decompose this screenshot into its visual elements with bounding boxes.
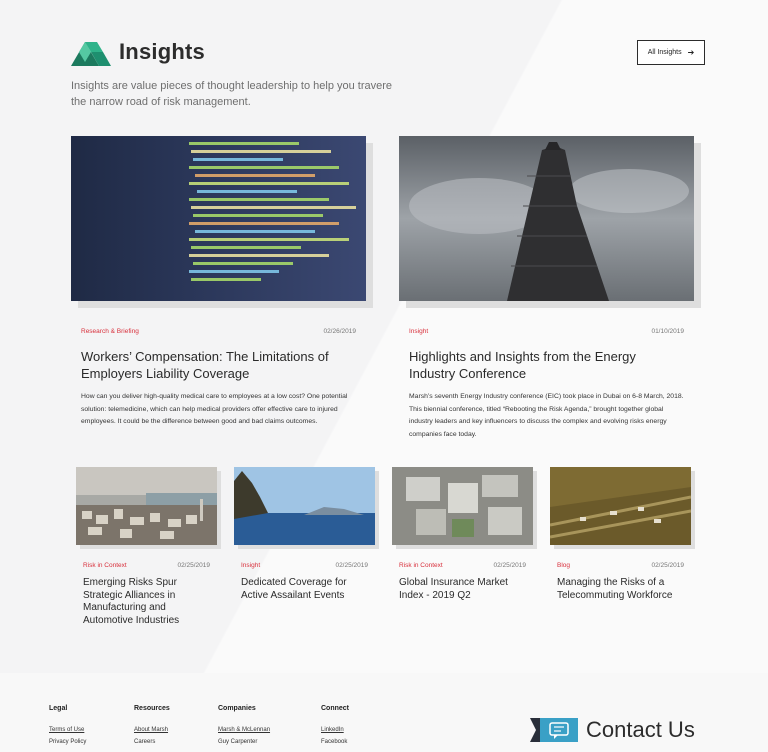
all-insights-label: All Insights	[647, 49, 682, 56]
footer-link[interactable]: Marsh & McLennan	[218, 727, 270, 733]
aerial-buildings-image	[392, 467, 533, 545]
insight-card[interactable]: Risk in Context 02/25/2019 Global Insura…	[392, 467, 533, 602]
card-date: 01/10/2019	[651, 328, 684, 335]
code-screen-image	[71, 136, 366, 301]
city-harbor-image	[76, 467, 217, 545]
footer: Legal Terms of Use Privacy Policy Resour…	[0, 673, 768, 752]
footer-link[interactable]: Terms of Use	[49, 727, 86, 733]
hillside-vineyard-image	[549, 467, 692, 545]
footer-heading: Resources	[134, 705, 170, 712]
page-subtitle: Insights are value pieces of thought lea…	[71, 80, 393, 108]
footer-heading: Legal	[49, 705, 68, 712]
featured-card[interactable]: Insight 01/10/2019 Highlights and Insigh…	[399, 136, 694, 441]
arrow-right-icon: ➔	[687, 48, 695, 57]
flatiron-building-image	[399, 136, 694, 301]
category-link[interactable]: Blog	[557, 562, 570, 569]
footer-link[interactable]: Privacy Policy	[49, 739, 86, 745]
footer-column-legal: Legal Terms of Use Privacy Policy	[49, 705, 86, 745]
featured-card[interactable]: Research & Briefing 02/26/2019 Workers’ …	[71, 136, 366, 429]
card-title[interactable]: Dedicated Coverage for Active Assailant …	[241, 577, 368, 602]
card-meta: Blog 02/25/2019	[550, 562, 691, 569]
card-description: Marsh’s seventh Energy Industry conferen…	[409, 393, 684, 438]
category-link[interactable]: Risk in Context	[399, 562, 443, 569]
insights-header: Insights Insights are value pieces of th…	[71, 38, 711, 110]
card-title[interactable]: Highlights and Insights from the Energy …	[409, 348, 684, 382]
card-title[interactable]: Global Insurance Market Index - 2019 Q2	[399, 577, 526, 602]
card-date: 02/25/2019	[493, 562, 526, 569]
contact-us-link[interactable]: Contact Us	[530, 716, 695, 744]
category-link[interactable]: Insight	[241, 562, 260, 569]
footer-link[interactable]: LinkedIn	[321, 727, 349, 733]
card-meta: Risk in Context 02/25/2019	[76, 562, 217, 569]
card-date: 02/25/2019	[335, 562, 368, 569]
insights-logo-icon	[71, 42, 111, 66]
footer-heading: Connect	[321, 705, 349, 712]
footer-link[interactable]: Facebook	[321, 739, 349, 745]
card-title[interactable]: Workers’ Compensation: The Limitations o…	[81, 348, 356, 382]
insight-card[interactable]: Risk in Context 02/25/2019 Emerging Risk…	[76, 467, 217, 628]
card-date: 02/25/2019	[177, 562, 210, 569]
contact-us-label: Contact Us	[586, 717, 695, 742]
page-title: Insights	[119, 39, 205, 64]
footer-link[interactable]: Careers	[134, 739, 170, 745]
insight-card[interactable]: Insight 02/25/2019 Dedicated Coverage fo…	[234, 467, 375, 602]
all-insights-button[interactable]: All Insights ➔	[637, 40, 705, 65]
footer-column-connect: Connect LinkedIn Facebook	[321, 705, 349, 745]
card-meta: Risk in Context 02/25/2019	[392, 562, 533, 569]
card-title[interactable]: Managing the Risks of a Telecommuting Wo…	[557, 577, 684, 602]
footer-column-companies: Companies Marsh & McLennan Guy Carpenter	[218, 705, 270, 745]
footer-heading: Companies	[218, 705, 256, 712]
category-link[interactable]: Insight	[409, 328, 428, 335]
category-link[interactable]: Research & Briefing	[81, 328, 139, 335]
chat-bubble-icon	[530, 718, 578, 742]
logo: Insights	[71, 38, 711, 66]
footer-column-resources: Resources About Marsh Careers	[134, 705, 170, 745]
coastal-cliffs-image	[234, 467, 375, 545]
category-link[interactable]: Risk in Context	[83, 562, 127, 569]
footer-link[interactable]: Guy Carpenter	[218, 739, 270, 745]
card-title[interactable]: Emerging Risks Spur Strategic Alliances …	[83, 577, 210, 628]
card-date: 02/26/2019	[323, 328, 356, 335]
card-date: 02/25/2019	[651, 562, 684, 569]
card-meta: Insight 02/25/2019	[234, 562, 375, 569]
insight-card[interactable]: Blog 02/25/2019 Managing the Risks of a …	[549, 467, 692, 602]
footer-link[interactable]: About Marsh	[134, 727, 170, 733]
card-meta: Research & Briefing 02/26/2019	[71, 328, 366, 335]
card-meta: Insight 01/10/2019	[399, 328, 694, 335]
card-description: How can you deliver high-quality medical…	[81, 393, 348, 426]
